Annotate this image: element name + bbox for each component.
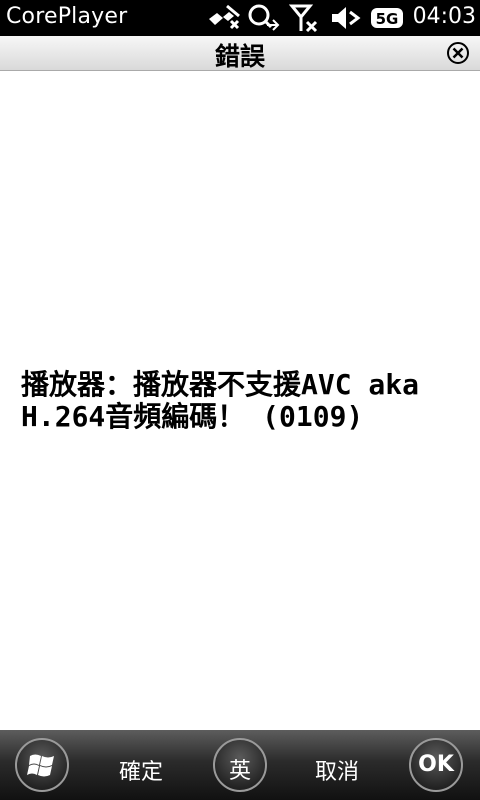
- network-badge-icon: 5G: [371, 8, 403, 28]
- error-message: 播放器：播放器不支援AVC aka H.264音頻編碼！ (0109): [21, 369, 471, 433]
- signal-icon: [289, 4, 318, 33]
- error-message-line2: H.264音頻編碼！ (0109): [21, 400, 364, 433]
- app-name: CorePlayer: [6, 4, 128, 29]
- cancel-softkey[interactable]: 取消: [315, 754, 359, 786]
- svg-text:5G: 5G: [376, 10, 399, 28]
- start-button[interactable]: [15, 738, 69, 792]
- ok-label: OK: [418, 752, 454, 777]
- input-method-button[interactable]: 英: [213, 738, 267, 792]
- gps-off-icon: [209, 4, 240, 30]
- clock: 04:03: [412, 4, 476, 29]
- connection-icon: [248, 4, 280, 31]
- input-method-label: 英: [228, 759, 251, 784]
- confirm-softkey[interactable]: 確定: [119, 754, 163, 786]
- close-icon[interactable]: [446, 41, 470, 65]
- status-bar: CorePlayer 5G 04:03: [0, 0, 480, 36]
- dialog-title: 錯誤: [214, 42, 265, 71]
- ok-button[interactable]: OK: [409, 738, 463, 792]
- windows-logo-icon: [27, 754, 54, 777]
- dialog-title-bar: 錯誤: [0, 36, 480, 71]
- error-message-line1: 播放器：播放器不支援AVC aka: [21, 368, 420, 401]
- volume-icon: [332, 7, 361, 29]
- softkey-bar: 確定 英 取消 OK: [0, 730, 480, 800]
